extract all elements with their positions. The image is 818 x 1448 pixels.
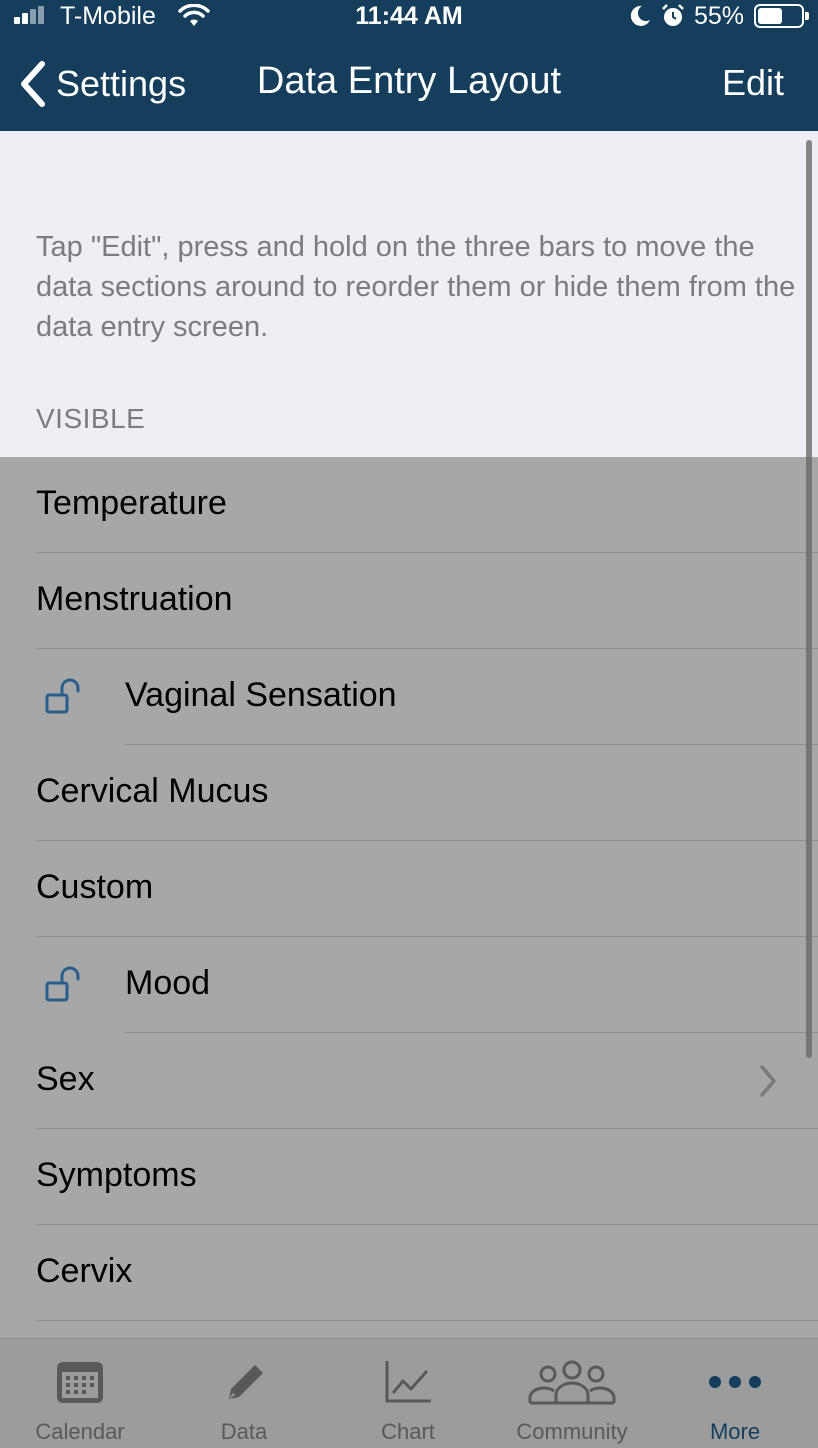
unlock-icon xyxy=(45,678,80,714)
page-title: Data Entry Layout xyxy=(0,60,818,103)
pencil-icon xyxy=(229,1365,263,1399)
row-label: Cervical Mucus xyxy=(36,772,269,810)
info-panel: Tap "Edit", press and hold on the three … xyxy=(0,131,818,457)
tab-label: Chart xyxy=(381,1419,435,1444)
list-row-cervix[interactable]: Cervix xyxy=(0,1225,818,1321)
tab-label: Data xyxy=(220,1419,268,1444)
tab-community[interactable]: Community xyxy=(492,1339,652,1448)
row-label: Symptoms xyxy=(36,1156,197,1194)
alarm-icon xyxy=(662,4,684,26)
more-icon xyxy=(709,1376,761,1388)
scrollbar[interactable] xyxy=(806,140,812,1058)
tab-label: More xyxy=(709,1419,761,1444)
list-row-mood[interactable]: Mood xyxy=(0,937,818,1033)
page-title-text: Data Entry Layout xyxy=(256,60,562,102)
chart-icon xyxy=(385,1361,431,1403)
row-label: Temperature xyxy=(36,484,227,522)
tab-label: Calendar xyxy=(35,1419,125,1444)
list-row-sex[interactable]: Sex xyxy=(0,1033,818,1129)
tab-data[interactable]: Data xyxy=(164,1339,324,1448)
status-bar: T-Mobile 11:44 AM 55% xyxy=(0,0,818,32)
community-icon xyxy=(528,1360,616,1405)
list-row-vaginal-sensation[interactable]: Vaginal Sensation xyxy=(0,649,818,745)
tab-label: Community xyxy=(516,1419,628,1444)
list-row-menstruation[interactable]: Menstruation xyxy=(0,553,818,649)
instructions-text: Tap "Edit", press and hold on the three … xyxy=(36,231,796,343)
list-row-custom[interactable]: Custom xyxy=(0,841,818,937)
calendar-icon xyxy=(57,1362,103,1403)
row-label: Cervix xyxy=(36,1252,133,1290)
row-label: Custom xyxy=(36,868,154,906)
row-label: Menstruation xyxy=(36,580,233,618)
section-header-visible: VISIBLE xyxy=(36,403,146,434)
row-label: Mood xyxy=(125,964,211,1002)
unlock-icon xyxy=(45,966,80,1002)
battery-icon xyxy=(754,4,809,28)
tab-bar: Calendar Data Chart Community More xyxy=(0,1338,818,1448)
tab-more[interactable]: More xyxy=(655,1339,815,1448)
moon-icon xyxy=(630,5,650,26)
visible-sections-list: Temperature Menstruation Vaginal Sensati… xyxy=(0,457,818,1338)
tab-calendar[interactable]: Calendar xyxy=(0,1339,160,1448)
list-row-symptoms[interactable]: Symptoms xyxy=(0,1129,818,1225)
list-row-temperature[interactable]: Temperature xyxy=(0,457,818,553)
tab-chart[interactable]: Chart xyxy=(328,1339,488,1448)
row-label: Sex xyxy=(36,1060,95,1098)
battery-percent: 55% xyxy=(694,2,745,30)
list-row-cervical-mucus[interactable]: Cervical Mucus xyxy=(0,745,818,841)
top-bar: T-Mobile 11:44 AM 55% Settings Data Entr… xyxy=(0,0,818,131)
edit-button[interactable]: Edit xyxy=(722,62,784,104)
chevron-right-icon xyxy=(760,1065,776,1097)
row-label: Vaginal Sensation xyxy=(125,676,397,714)
